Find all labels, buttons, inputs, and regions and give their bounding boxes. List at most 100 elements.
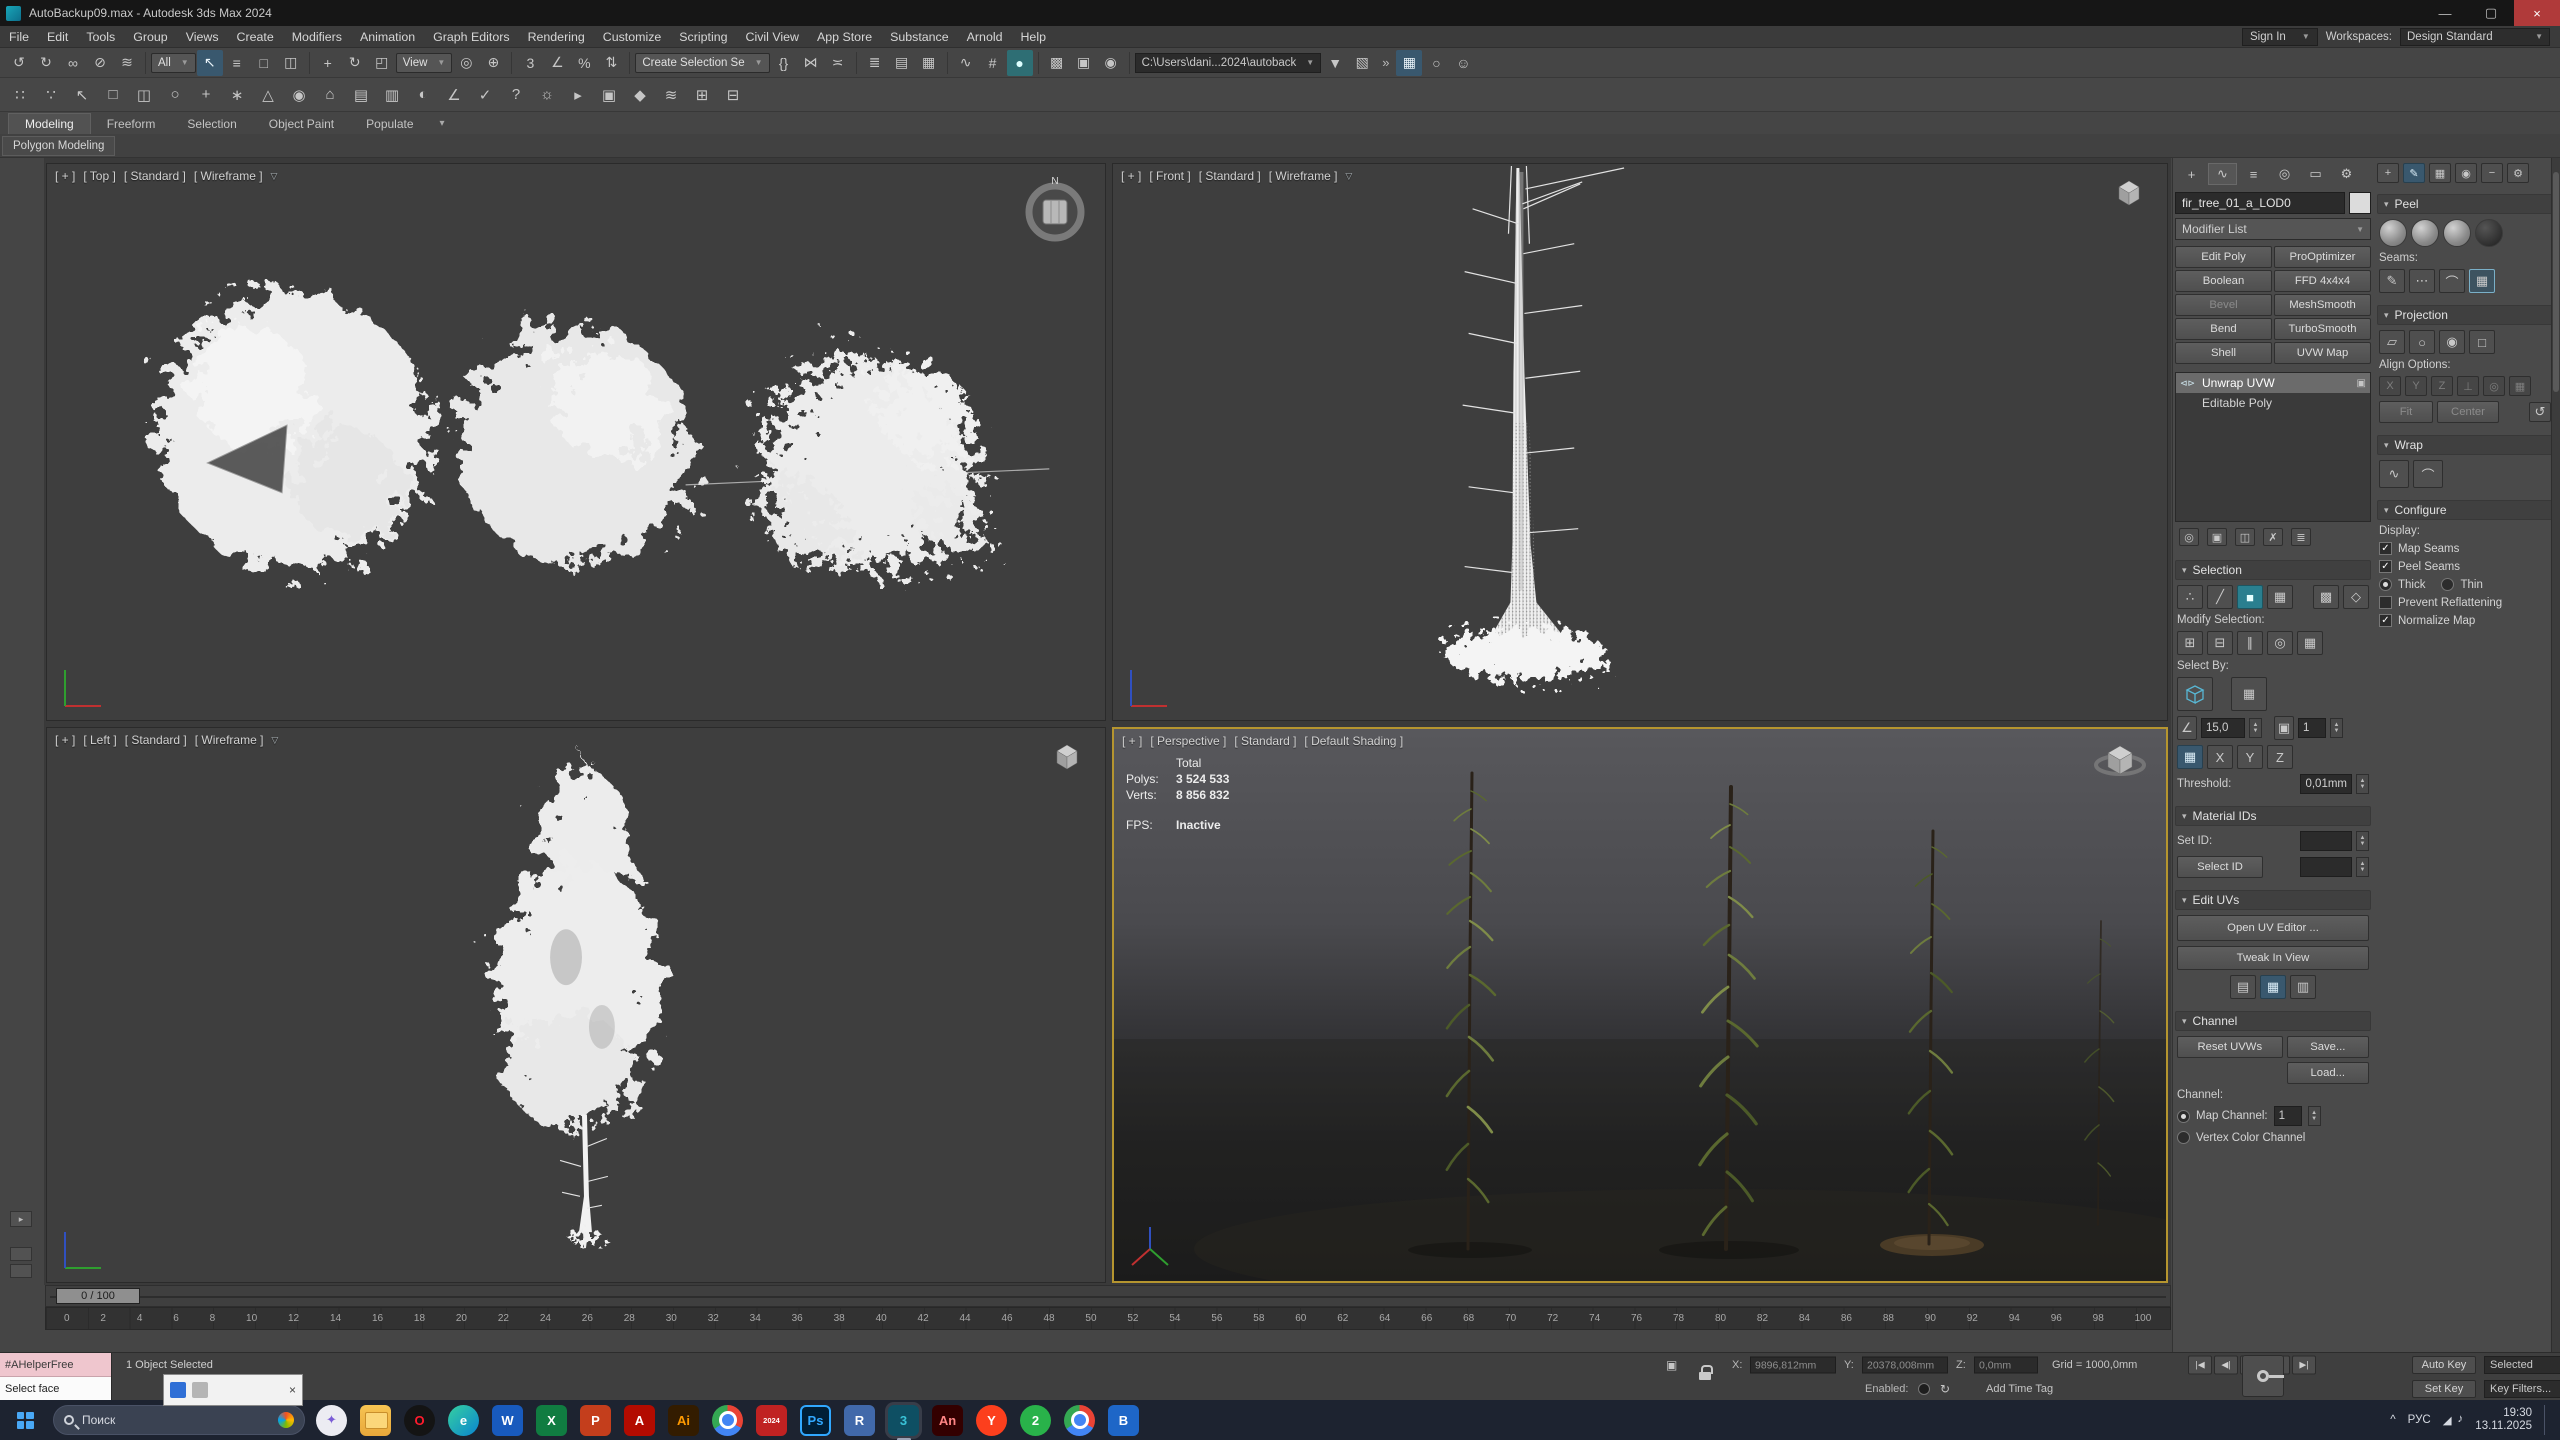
menu-item[interactable]: Customize: [594, 26, 671, 47]
object-color-swatch[interactable]: [2349, 192, 2371, 214]
reset-uvws-button[interactable]: Reset UVWs: [2177, 1036, 2283, 1058]
add-time-tag[interactable]: Add Time Tag: [1986, 1383, 2053, 1395]
stack-display-icon[interactable]: ▣: [2357, 378, 2366, 389]
remove-modifier-icon[interactable]: ✗: [2263, 528, 2283, 546]
configure-modifier-sets-icon[interactable]: ≣: [2291, 528, 2311, 546]
workspace-dropdown[interactable]: Design Standard▼: [2400, 28, 2550, 46]
auto-key-button[interactable]: Auto Key: [2412, 1356, 2476, 1374]
utilities-tab-icon[interactable]: ⚙: [2332, 163, 2361, 185]
language-indicator[interactable]: РУС: [2408, 1414, 2431, 1426]
menu-item[interactable]: File: [0, 26, 38, 47]
scrollbar-thumb[interactable]: [2553, 172, 2559, 392]
viewcube[interactable]: [2090, 737, 2150, 785]
loop-selection-icon[interactable]: ◎: [2267, 631, 2293, 655]
viewport-menu-button[interactable]: [ + ]: [1121, 169, 1141, 183]
checkbox[interactable]: [2379, 596, 2392, 609]
select-rotate-icon[interactable]: ↻: [342, 50, 368, 76]
taskbar-blue-app-icon[interactable]: B: [1108, 1405, 1139, 1436]
macro-recorder-line[interactable]: #AHelperFree: [0, 1353, 111, 1377]
rendered-frame-icon[interactable]: ▣: [1071, 50, 1097, 76]
uv-overlay-icon[interactable]: ▩: [2313, 585, 2339, 609]
taskbar-illustrator-icon[interactable]: Ai: [668, 1405, 699, 1436]
fit-button[interactable]: Fit: [2379, 401, 2433, 423]
vertex-color-radio[interactable]: [2177, 1131, 2190, 1144]
listener-line[interactable]: Select face: [0, 1377, 111, 1401]
close-button[interactable]: ×: [2514, 0, 2560, 26]
viewport-shading-label[interactable]: [ Default Shading ]: [1304, 734, 1403, 748]
viewport-pov-label[interactable]: [ Left ]: [83, 733, 116, 747]
ribbon-tab[interactable]: Modeling: [8, 113, 91, 134]
sign-in-dropdown[interactable]: Sign In▼: [2242, 28, 2318, 46]
quick-peel-icon[interactable]: [2443, 219, 2471, 247]
menu-item[interactable]: Group: [124, 26, 176, 47]
unwrap-plus-icon[interactable]: +: [2377, 163, 2399, 183]
viewcube[interactable]: [1045, 738, 1089, 778]
viewport-renderer-label[interactable]: [ Standard ]: [1199, 169, 1261, 183]
viewport-front[interactable]: [ + ] [ Front ] [ Standard ] [ Wireframe…: [1112, 163, 2168, 721]
maxscript-mini-listener[interactable]: #AHelperFree Select face: [0, 1353, 112, 1401]
align-z-icon[interactable]: Z: [2431, 376, 2453, 396]
unwrap-config-icon[interactable]: ⚙: [2507, 163, 2529, 183]
mini-window-close-icon[interactable]: ×: [289, 1383, 296, 1397]
asterisk-tool-icon[interactable]: ∗: [223, 81, 251, 109]
vertex-mode-icon[interactable]: ∴: [2177, 585, 2203, 609]
taskbar-excel-icon[interactable]: X: [536, 1405, 567, 1436]
grid-dots2-icon[interactable]: ∵: [37, 81, 65, 109]
ribbon-collapse-icon[interactable]: ▾: [440, 118, 445, 134]
stack-arrows-icon[interactable]: ⊲⊳: [2180, 378, 2196, 389]
make-unique-icon[interactable]: ◫: [2235, 528, 2255, 546]
align-icon[interactable]: ≍: [825, 50, 851, 76]
menu-item[interactable]: Edit: [38, 26, 77, 47]
y-coordinate-field[interactable]: 20378,008mm: [1862, 1357, 1948, 1374]
viewport-shading-label[interactable]: [ Wireframe ]: [1269, 169, 1338, 183]
map-channel-radio[interactable]: [2177, 1110, 2190, 1123]
tweak-in-view-button[interactable]: Tweak In View: [2177, 946, 2369, 970]
go-to-start-button[interactable]: |◀: [2188, 1356, 2212, 1375]
unwrap-grid-icon[interactable]: ▦: [2429, 163, 2451, 183]
rows-tool-icon[interactable]: ▤: [347, 81, 375, 109]
box-map-icon[interactable]: □: [2469, 330, 2495, 354]
rollout-projection[interactable]: Projection: [2377, 305, 2553, 325]
seam-loop-icon[interactable]: ⌒: [2439, 269, 2465, 293]
viewport-renderer-label[interactable]: [ Standard ]: [1234, 734, 1296, 748]
home-tool-icon[interactable]: ⌂: [316, 81, 344, 109]
play-tool-icon[interactable]: ▸: [564, 81, 592, 109]
uv-shell-icon[interactable]: ▥: [2290, 975, 2316, 999]
region-fit-icon[interactable]: ▦: [2509, 376, 2531, 396]
object-name-field[interactable]: fir_tree_01_a_LOD0: [2175, 192, 2345, 214]
previous-frame-button[interactable]: ◀|: [2214, 1356, 2238, 1375]
set-key-button[interactable]: Set Key: [2412, 1380, 2476, 1398]
waves-tool-icon[interactable]: ≋: [657, 81, 685, 109]
edge-mode-icon[interactable]: ╱: [2207, 585, 2233, 609]
rollout-configure[interactable]: Configure: [2377, 500, 2553, 520]
schematic-view-icon[interactable]: #: [980, 50, 1006, 76]
best-align-icon[interactable]: ⊥: [2457, 376, 2479, 396]
select-by-name-icon[interactable]: ≡: [224, 50, 250, 76]
show-desktop-button[interactable]: [2544, 1405, 2548, 1435]
set-key-big-button[interactable]: [2242, 1355, 2284, 1397]
render-setup-icon[interactable]: ▩: [1044, 50, 1070, 76]
plus-tool-icon[interactable]: +: [192, 81, 220, 109]
viewport-pov-label[interactable]: [ Front ]: [1149, 169, 1190, 183]
viewport-layout-icon[interactable]: ▦: [1396, 50, 1422, 76]
modify-tab-icon[interactable]: ∿: [2208, 163, 2237, 185]
z-coordinate-field[interactable]: 0,0mm: [1974, 1357, 2038, 1374]
spherical-map-icon[interactable]: ◉: [2439, 330, 2465, 354]
bind-to-space-warp-icon[interactable]: ≋: [114, 50, 140, 76]
viewport-shading-label[interactable]: [ Wireframe ]: [195, 733, 264, 747]
menu-item[interactable]: Tools: [77, 26, 124, 47]
element-mode-icon[interactable]: ▦: [2267, 585, 2293, 609]
ribbon-tab[interactable]: Populate: [350, 114, 429, 134]
menu-item[interactable]: Rendering: [519, 26, 594, 47]
modifier-button[interactable]: Bevel: [2175, 294, 2272, 316]
plusbox-tool-icon[interactable]: ⊞: [688, 81, 716, 109]
viewport-perspective[interactable]: [ + ] [ Perspective ] [ Standard ] [ Def…: [1112, 727, 2168, 1283]
taskbar-explorer-icon[interactable]: [360, 1405, 391, 1436]
threshold-field[interactable]: 0,01mm: [2300, 774, 2352, 794]
key-filters-button[interactable]: Key Filters...: [2484, 1380, 2560, 1398]
create-tab-icon[interactable]: +: [2177, 163, 2206, 185]
pelt-map-icon[interactable]: [2379, 219, 2407, 247]
unwrap-minus-icon[interactable]: −: [2481, 163, 2503, 183]
align-y-icon[interactable]: Y: [2405, 376, 2427, 396]
rollout-channel[interactable]: Channel: [2175, 1011, 2371, 1031]
